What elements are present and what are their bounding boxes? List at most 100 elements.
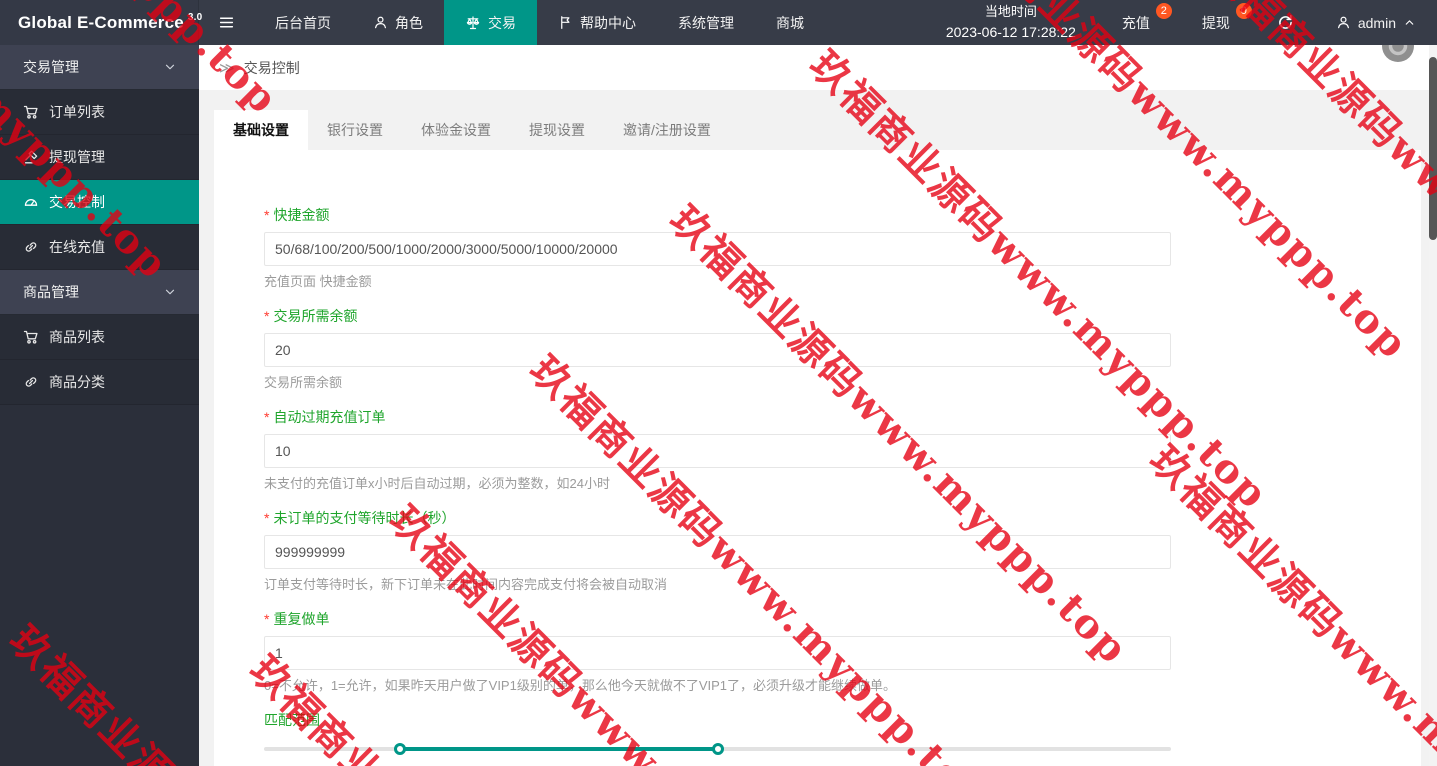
flag-icon — [558, 15, 573, 30]
sidebar-item-product-list[interactable]: 商品列表 — [0, 315, 199, 360]
gauge-icon — [23, 194, 39, 210]
cart-icon — [23, 104, 39, 120]
field-label: * 未订单的支付等待时长（秒） — [264, 510, 456, 526]
slider-selected-range — [400, 747, 718, 751]
tab-bank-settings[interactable]: 银行设置 — [308, 110, 402, 150]
withdraw-badge: 0 — [1235, 3, 1252, 19]
field-label: * 重复做单 — [264, 611, 330, 627]
chevron-up-icon — [1403, 16, 1416, 29]
cart-icon — [23, 329, 39, 345]
auto-expire-order-input[interactable] — [264, 434, 1171, 468]
tab-label: 基础设置 — [233, 122, 289, 138]
recharge-badge: 2 — [1155, 3, 1172, 19]
nav-item-label: 交易 — [488, 14, 516, 31]
tab-withdraw-settings[interactable]: 提现设置 — [510, 110, 604, 150]
payment-wait-time-input[interactable] — [264, 535, 1171, 569]
required-asterisk: * — [264, 611, 270, 627]
recharge-label: 充值 — [1121, 14, 1150, 31]
link-icon — [23, 239, 39, 255]
app-title: Global E-Commerce — [18, 12, 184, 32]
nav-item-help-center[interactable]: 帮助中心 — [537, 0, 657, 45]
sidebar-item-label: 提现管理 — [49, 149, 105, 165]
scales-icon — [465, 15, 481, 31]
tab-label: 体验金设置 — [421, 122, 491, 138]
tab-label: 邀请/注册设置 — [623, 122, 711, 138]
nav-item-trade[interactable]: 交易 — [444, 0, 537, 45]
user-menu[interactable]: admin — [1315, 0, 1437, 45]
content-card: 基础设置 银行设置 体验金设置 提现设置 邀请/注册设置 *快捷金额 充值页面 … — [214, 110, 1421, 766]
required-balance-input[interactable] — [264, 333, 1171, 367]
chevron-down-icon — [163, 285, 177, 299]
form-field-repeat-order: *重复做单 0=不允许，1=允许，如果昨天用户做了VIP1级别的单，那么他今天就… — [264, 610, 1171, 695]
form-field-quick-amount: *快捷金额 充值页面 快捷金额 — [264, 206, 1171, 291]
sidebar-group-label: 商品管理 — [23, 284, 79, 300]
top-nav-right: 当地时间 2023-06-12 17:28:22 充值 2 提现 0 admin — [926, 0, 1437, 45]
tab-label: 提现设置 — [529, 122, 585, 138]
withdraw-button[interactable]: 提现 0 — [1176, 0, 1256, 45]
field-label: * 快捷金额 — [264, 207, 330, 223]
sidebar-item-withdraw-management[interactable]: 提现管理 — [0, 135, 199, 180]
recharge-button[interactable]: 充值 2 — [1096, 0, 1176, 45]
nav-item-dashboard[interactable]: 后台首页 — [254, 0, 352, 45]
hamburger-icon — [218, 14, 235, 31]
field-help-text: 充值页面 快捷金额 — [264, 274, 372, 289]
nav-item-mall[interactable]: 商城 — [755, 0, 825, 45]
tab-trial-fund-settings[interactable]: 体验金设置 — [402, 110, 510, 150]
form-field-auto-expire-order: *自动过期充值订单 未支付的充值订单x小时后自动过期，必须为整数，如24小时 — [264, 408, 1171, 493]
repeat-order-input[interactable] — [264, 636, 1171, 670]
top-header: Global E-Commerce 3.0 后台首页 角色 交易 帮助中心 系统… — [0, 0, 1437, 45]
sidebar-item-label: 商品列表 — [49, 329, 105, 345]
top-nav: 后台首页 角色 交易 帮助中心 系统管理 商城 — [199, 0, 825, 45]
local-time: 当地时间 2023-06-12 17:28:22 — [926, 0, 1096, 45]
basic-settings-form: *快捷金额 充值页面 快捷金额 *交易所需余额 交易所需余额 *自动过期充值订单… — [214, 150, 1421, 755]
field-help-text: 未支付的充值订单x小时后自动过期，必须为整数，如24小时 — [264, 476, 610, 491]
sidebar-item-online-recharge[interactable]: 在线充值 — [0, 225, 199, 270]
double-chevron-icon: ≫ — [219, 59, 235, 77]
local-time-label: 当地时间 — [984, 3, 1037, 19]
sidebar-group-product-management[interactable]: 商品管理 — [0, 270, 199, 315]
user-name: admin — [1357, 14, 1396, 31]
slider-handle-max[interactable] — [711, 743, 724, 755]
required-asterisk: * — [264, 308, 270, 324]
sidebar-item-trade-control[interactable]: 交易控制 — [0, 180, 199, 225]
chevron-down-icon — [163, 60, 177, 74]
quick-amount-input[interactable] — [264, 232, 1171, 266]
sidebar-group-trade-management[interactable]: 交易管理 — [0, 45, 199, 90]
breadcrumb-current: 交易控制 — [243, 59, 300, 76]
field-label: * 自动过期充值订单 — [264, 409, 386, 425]
link-icon — [23, 374, 39, 390]
required-asterisk: * — [264, 207, 270, 223]
person-icon — [1336, 15, 1351, 30]
sidebar-item-label: 交易控制 — [49, 194, 105, 210]
match-range-slider-block: 匹配范围 — [264, 711, 1171, 755]
required-asterisk: * — [264, 409, 270, 425]
nav-item-label: 后台首页 — [275, 14, 331, 31]
form-field-payment-wait-time: *未订单的支付等待时长（秒） 订单支付等待时长，新下订单未在此时间内容完成支付将… — [264, 509, 1171, 594]
refresh-button[interactable] — [1256, 0, 1315, 45]
tab-invite-register-settings[interactable]: 邀请/注册设置 — [604, 110, 730, 150]
local-time-value: 2023-06-12 17:28:22 — [945, 23, 1076, 40]
tab-basic-settings[interactable]: 基础设置 — [214, 110, 308, 150]
vertical-scrollbar[interactable] — [1429, 45, 1437, 766]
refresh-icon — [1277, 14, 1294, 31]
field-help-text: 交易所需余额 — [264, 375, 343, 390]
sidebar-item-product-category[interactable]: 商品分类 — [0, 360, 199, 405]
slider-handle-min[interactable] — [394, 743, 407, 755]
settings-tabs: 基础设置 银行设置 体验金设置 提现设置 邀请/注册设置 — [214, 110, 1421, 150]
nav-item-label: 帮助中心 — [580, 14, 636, 31]
match-range-slider[interactable] — [264, 743, 1171, 755]
app-logo: Global E-Commerce 3.0 — [0, 0, 202, 45]
tab-label: 银行设置 — [327, 122, 383, 138]
breadcrumb: ≫ 交易控制 — [199, 45, 1437, 90]
required-asterisk: * — [264, 510, 270, 526]
scrollbar-thumb[interactable] — [1429, 57, 1437, 240]
field-help-text: 订单支付等待时长，新下订单未在此时间内容完成支付将会被自动取消 — [264, 577, 668, 592]
sidebar-item-order-list[interactable]: 订单列表 — [0, 90, 199, 135]
gavel-icon — [23, 149, 39, 165]
menu-toggle-button[interactable] — [199, 0, 254, 45]
nav-item-system[interactable]: 系统管理 — [657, 0, 755, 45]
nav-item-roles[interactable]: 角色 — [352, 0, 444, 45]
sidebar-group-label: 交易管理 — [23, 59, 79, 75]
field-label: * 交易所需余额 — [264, 308, 358, 324]
nav-item-label: 角色 — [395, 14, 423, 31]
